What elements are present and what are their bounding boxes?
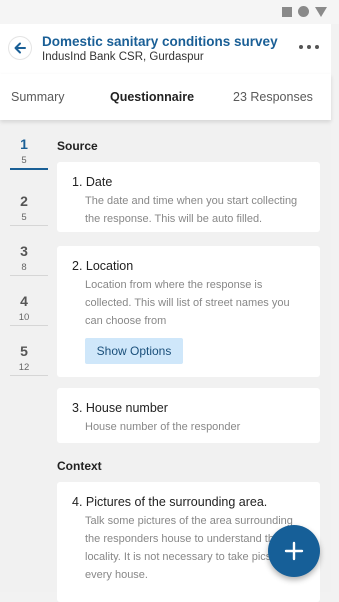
arrow-left-icon: [14, 42, 26, 54]
square-icon: [282, 6, 292, 17]
section-number: 1: [20, 136, 28, 152]
tab-questionnaire[interactable]: Questionnaire: [110, 90, 194, 104]
section-number: 5: [20, 343, 28, 359]
add-question-button[interactable]: [268, 525, 320, 577]
section-nav: 1 5 2 5 3 8 4 10 5 12: [0, 120, 48, 592]
section-number: 3: [20, 243, 28, 259]
section-question-count: 10: [18, 312, 30, 323]
more-dots-icon: [299, 45, 303, 49]
more-options-button[interactable]: [299, 40, 319, 54]
section-question-count: 5: [21, 155, 27, 166]
page-subtitle: IndusInd Bank CSR, Gurdaspur: [42, 51, 204, 63]
section-title-context: Context: [57, 459, 102, 473]
show-options-button[interactable]: Show Options: [85, 338, 183, 364]
section-nav-item-4[interactable]: 4 10: [10, 277, 48, 326]
tab-summary[interactable]: Summary: [11, 90, 64, 104]
question-card-house-number[interactable]: 3. House number House number of the resp…: [57, 388, 320, 443]
section-nav-item-3[interactable]: 3 8: [10, 227, 48, 276]
scrollbar[interactable]: [331, 24, 339, 592]
questionnaire-content: 1 5 2 5 3 8 4 10 5 12 Source 1. Date The…: [0, 120, 331, 602]
section-nav-item-1[interactable]: 1 5: [10, 120, 48, 170]
section-nav-item-2[interactable]: 2 5: [10, 177, 48, 226]
question-description: The date and time when you start collect…: [85, 195, 298, 225]
plus-icon: [284, 541, 304, 561]
question-description: Location from where the response is coll…: [85, 279, 290, 327]
section-number: 2: [20, 193, 28, 209]
section-question-count: 12: [18, 362, 30, 373]
section-title-source: Source: [57, 139, 98, 153]
circle-icon: [298, 6, 309, 17]
question-card-date[interactable]: 1. Date The date and time when you start…: [57, 162, 320, 232]
status-bar: [0, 0, 339, 24]
back-button[interactable]: [9, 37, 31, 59]
question-card-location[interactable]: 2. Location Location from where the resp…: [57, 246, 320, 377]
section-nav-item-5[interactable]: 5 12: [10, 327, 48, 376]
page-title: Domestic sanitary conditions survey: [42, 34, 278, 49]
question-title: 1. Date: [72, 175, 113, 189]
tab-bar: Summary Questionnaire 23 Responses: [0, 74, 331, 120]
section-question-count: 8: [21, 262, 27, 273]
question-title: 4. Pictures of the surrounding area.: [72, 495, 268, 509]
question-description: House number of the responder: [85, 421, 241, 433]
triangle-icon: [315, 6, 327, 17]
question-title: 3. House number: [72, 401, 168, 415]
question-title: 2. Location: [72, 259, 134, 273]
app-header: Domestic sanitary conditions survey Indu…: [0, 24, 331, 74]
section-question-count: 5: [21, 212, 27, 223]
section-number: 4: [20, 293, 28, 309]
tab-responses[interactable]: 23 Responses: [233, 90, 313, 104]
